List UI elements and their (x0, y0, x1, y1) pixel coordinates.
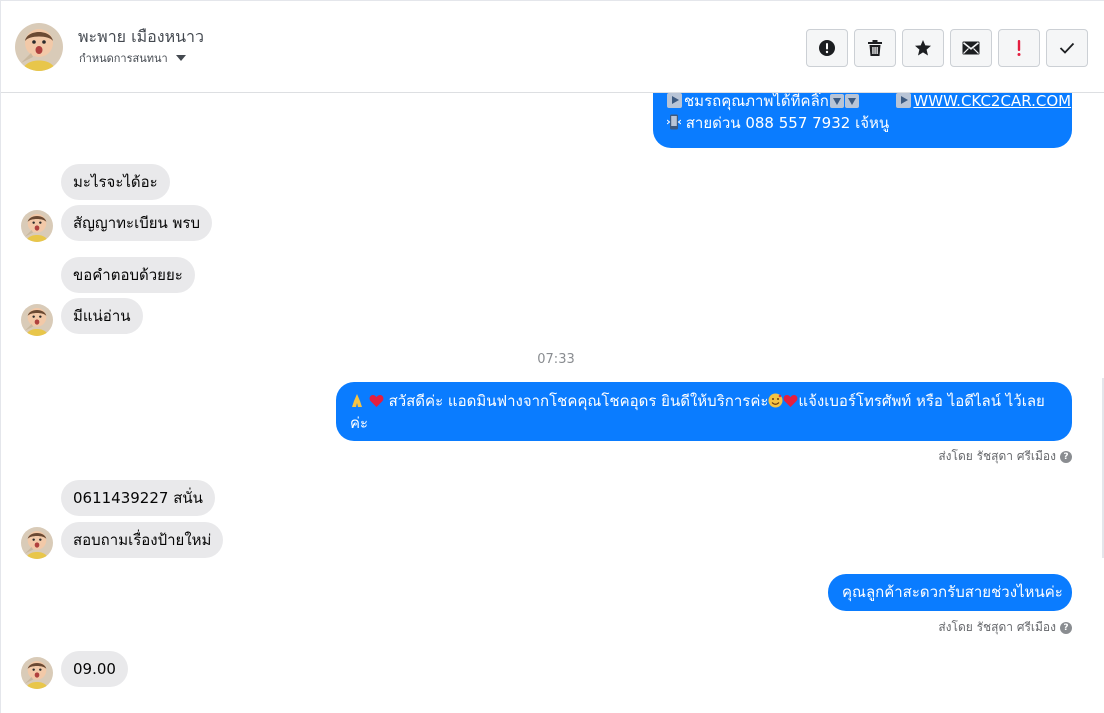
star-icon (915, 40, 931, 56)
red-heart-icon (783, 392, 798, 414)
help-icon[interactable]: ? (1060, 621, 1072, 634)
sent-by-text: ส่งโดย รัชสุดา ศรีเมือง (938, 449, 1056, 463)
message-bubble-incoming[interactable]: มีแน่อ่าน (61, 298, 143, 334)
contact-avatar[interactable] (21, 304, 53, 336)
contact-avatar[interactable] (21, 657, 53, 689)
red-heart-icon (369, 392, 384, 414)
mark-unread-button[interactable] (950, 29, 992, 67)
mark-spam-button[interactable] (806, 29, 848, 67)
sent-by-label: ส่งโดย รัชสุดา ศรีเมือง ? (938, 447, 1072, 466)
message-bubble-incoming[interactable]: 09.00 (61, 651, 128, 687)
message-text: ชมรถคุณภาพได้ที่คลิ๊ก (684, 93, 829, 110)
delete-button[interactable] (854, 29, 896, 67)
contact-avatar[interactable] (21, 527, 53, 559)
message-text: ค่ะ (350, 414, 369, 432)
exclamation-icon (1017, 40, 1021, 56)
assign-label: กำหนดการสนทนา (79, 52, 168, 65)
message-bubble-incoming[interactable]: ขอคำตอบด้วยยะ (61, 257, 195, 293)
play-button-icon (896, 93, 912, 108)
play-button-icon (667, 93, 682, 108)
message-text: สายด่วน 088 557 7932 เจ้หนู (685, 114, 890, 132)
message-bubble-outgoing[interactable]: สวัสดีค่ะ แอดมินฟางจากโชคคุณโชคอุดร ยินด… (336, 382, 1072, 441)
star-button[interactable] (902, 29, 944, 67)
checkmark-icon (1059, 42, 1075, 54)
down-arrow-icon (829, 94, 844, 108)
down-arrow-icon (844, 94, 859, 108)
caret-down-icon (175, 55, 186, 61)
message-bubble-outgoing[interactable]: คุณลูกค้าสะดวกรับสายช่วงไหนค่ะ (828, 574, 1072, 611)
sent-by-label: ส่งโดย รัชสุดา ศรีเมือง ? (938, 618, 1072, 637)
messenger-conversation-panel: พะพาย เมืองหนาว กำหนดการสนทนา ชมรถคุณภาพ… (0, 0, 1104, 713)
help-icon[interactable]: ? (1060, 450, 1072, 463)
message-thread[interactable]: ชมรถคุณภาพได้ที่คลิ๊ก WWW.CKC2CAR.COM สา… (1, 93, 1104, 713)
assign-conversation-dropdown[interactable]: กำหนดการสนทนา (79, 49, 186, 67)
message-bubble-incoming[interactable]: มะไรจะได้อะ (61, 164, 170, 200)
message-text: แจ้งเบอร์โทรศัพท์ หรือ ไอดีไลน์ ไว้เลย (798, 392, 1045, 410)
trash-icon (868, 40, 882, 56)
alert-circle-icon (819, 40, 835, 56)
mark-done-button[interactable] (1046, 29, 1088, 67)
message-bubble-incoming[interactable]: สอบถามเรื่องป้ายใหม่ (61, 522, 224, 558)
sent-by-text: ส่งโดย รัชสุดา ศรีเมือง (938, 620, 1056, 634)
smiling-face-with-hearts-icon (768, 392, 783, 414)
contact-avatar[interactable] (21, 210, 53, 242)
contact-avatar[interactable] (15, 23, 63, 71)
message-bubble-incoming[interactable]: สัญญาทะเบียน พรบ (61, 205, 213, 241)
folded-hands-icon (350, 392, 364, 414)
message-text: สวัสดีค่ะ แอดมินฟางจากโชคคุณโชคอุดร ยินด… (388, 392, 769, 410)
message-timestamp: 07:33 (537, 352, 575, 367)
website-link[interactable]: WWW.CKC2CAR.COM (913, 93, 1071, 110)
follow-up-button[interactable] (998, 29, 1040, 67)
mobile-phone-icon (666, 114, 682, 136)
envelope-icon (962, 41, 980, 55)
contact-name[interactable]: พะพาย เมืองหนาว (78, 25, 204, 50)
conversation-header: พะพาย เมืองหนาว กำหนดการสนทนา (1, 1, 1104, 93)
message-bubble-outgoing[interactable]: ชมรถคุณภาพได้ที่คลิ๊ก WWW.CKC2CAR.COM สา… (653, 93, 1072, 148)
message-bubble-incoming[interactable]: 0611439227 สนั่น (61, 480, 215, 516)
